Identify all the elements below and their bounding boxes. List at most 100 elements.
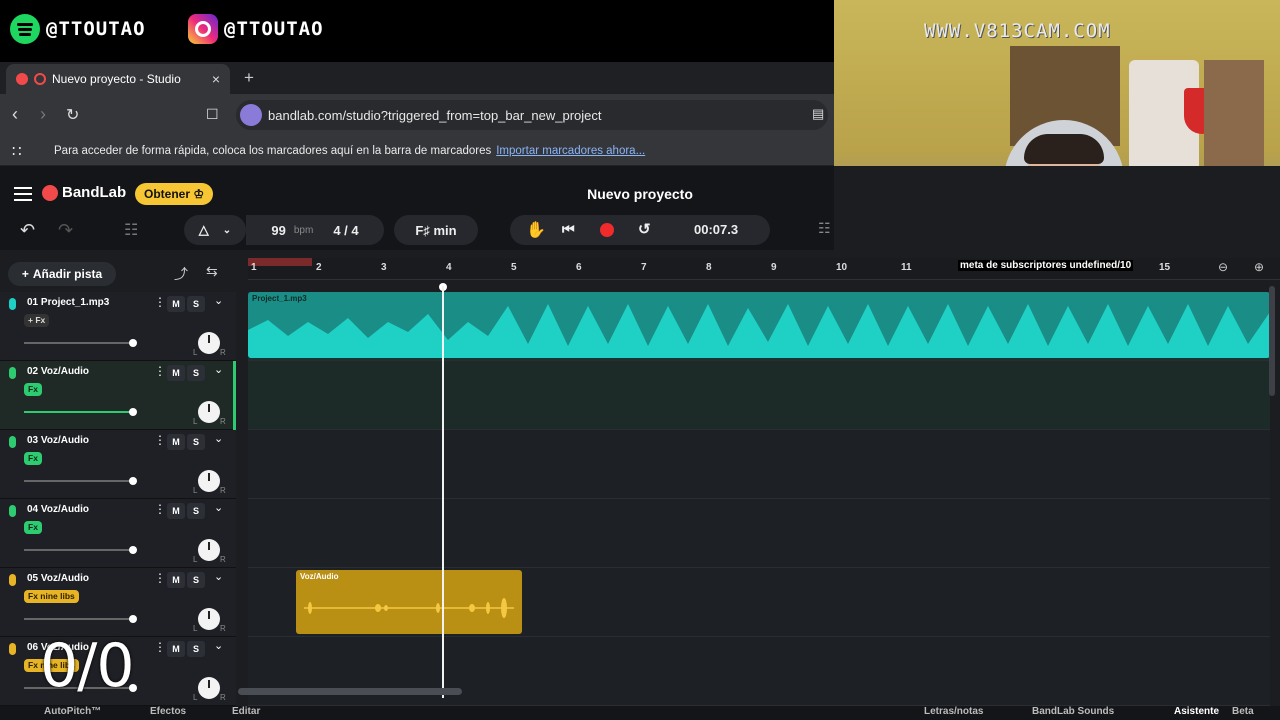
timeline-ruler[interactable]: 1 2 3 4 5 6 7 8 9 10 11 15 meta de subsc… (248, 258, 1280, 280)
track-04[interactable]: 04 Voz/Audio Fx ⋮ M S ⌄ L R (0, 499, 236, 568)
chevron-down-icon[interactable]: ⌄ (214, 501, 223, 514)
import-bookmarks-link[interactable]: Importar marcadores ahora... (496, 145, 645, 157)
voice-search-icon[interactable] (240, 104, 262, 126)
mute-button[interactable]: M (167, 572, 185, 588)
track-name[interactable]: 04 Voz/Audio (27, 504, 89, 515)
chevron-down-icon[interactable]: ⌄ (214, 432, 223, 445)
track-02[interactable]: 02 Voz/Audio Fx ⋮ M S ⌄ L R (0, 361, 236, 430)
url-field[interactable]: bandlab.com/studio?triggered_from=top_ba… (236, 100, 828, 130)
chevron-down-icon[interactable]: ⌄ (214, 570, 223, 583)
volume-slider[interactable] (24, 339, 137, 347)
track-03[interactable]: 03 Voz/Audio Fx ⋮ M S ⌄ L R (0, 430, 236, 499)
efectos-button[interactable]: Efectos (150, 706, 186, 717)
volume-slider[interactable] (24, 408, 137, 416)
pan-knob[interactable] (198, 470, 220, 492)
zoom-in-icon[interactable]: ⊕ (1254, 260, 1264, 274)
chevron-down-icon[interactable]: ⌄ (214, 363, 223, 376)
side-panel-icon[interactable]: ▤ (812, 106, 824, 122)
hand-tool-icon[interactable]: ✋ (526, 220, 546, 240)
forward-icon[interactable]: › (40, 104, 46, 125)
bandlab-logo[interactable]: BandLab (42, 184, 126, 201)
new-tab-button[interactable]: + (244, 68, 254, 88)
volume-slider[interactable] (24, 546, 137, 554)
back-icon[interactable]: ‹ (12, 104, 18, 125)
letras-button[interactable]: Letras/notas (924, 706, 983, 717)
undo-icon[interactable]: ↶ (20, 220, 35, 241)
lane-04[interactable] (248, 499, 1270, 568)
add-track-button[interactable]: + Añadir pista (8, 262, 116, 286)
solo-button[interactable]: S (187, 641, 205, 657)
more-options-icon[interactable]: ⋮ (154, 433, 166, 447)
pan-knob[interactable] (198, 401, 220, 423)
mute-button[interactable]: M (167, 503, 185, 519)
solo-button[interactable]: S (187, 572, 205, 588)
vertical-scrollbar[interactable] (1269, 286, 1275, 396)
bandlab-sounds-button[interactable]: BandLab Sounds (1032, 706, 1114, 717)
more-options-icon[interactable]: ⋮ (154, 364, 166, 378)
more-options-icon[interactable]: ⋮ (154, 640, 166, 654)
playhead[interactable] (442, 286, 444, 698)
mute-button[interactable]: M (167, 296, 185, 312)
metronome-button[interactable]: △ ⌄ (184, 215, 246, 245)
mixer-icon[interactable]: ☷ (818, 220, 831, 237)
pan-knob[interactable] (198, 539, 220, 561)
horizontal-scrollbar[interactable] (238, 688, 462, 695)
browser-tab[interactable]: Nuevo proyecto - Studio × (6, 64, 230, 94)
track-name[interactable]: 03 Voz/Audio (27, 435, 89, 446)
loop-region[interactable] (248, 258, 312, 266)
apps-grid-icon[interactable]: ∷ (12, 142, 22, 160)
editar-button[interactable]: Editar (232, 706, 260, 717)
mute-button[interactable]: M (167, 434, 185, 450)
lane-06[interactable] (248, 637, 1270, 706)
track-fx-button[interactable]: Fx (24, 521, 42, 534)
solo-button[interactable]: S (187, 296, 205, 312)
loop-icon[interactable]: ↺ (638, 220, 651, 238)
lane-05[interactable]: Voz/Audio (248, 568, 1270, 637)
lane-03[interactable] (248, 430, 1270, 499)
solo-button[interactable]: S (187, 434, 205, 450)
track-name[interactable]: 02 Voz/Audio (27, 366, 89, 377)
clip-voz-audio[interactable]: Voz/Audio (296, 570, 522, 634)
solo-button[interactable]: S (187, 365, 205, 381)
keyboard-icon[interactable]: ☷ (124, 220, 138, 240)
reload-icon[interactable]: ↻ (66, 105, 79, 125)
bookmark-icon[interactable]: ☐ (206, 106, 219, 123)
autopitch-button[interactable]: AutoPitch™ (44, 706, 101, 717)
solo-button[interactable]: S (187, 503, 205, 519)
pan-knob[interactable] (198, 608, 220, 630)
track-fx-button[interactable]: Fx (24, 452, 42, 465)
mute-button[interactable]: M (167, 641, 185, 657)
obtener-button[interactable]: Obtener ♔ (135, 183, 214, 205)
pan-knob[interactable] (198, 677, 220, 699)
project-title[interactable]: Nuevo proyecto (560, 186, 720, 202)
asistente-button[interactable]: Asistente (1174, 706, 1219, 717)
track-name[interactable]: 05 Voz/Audio (27, 573, 89, 584)
pan-knob[interactable] (198, 332, 220, 354)
volume-slider[interactable] (24, 477, 137, 485)
chevron-down-icon[interactable]: ⌄ (214, 294, 223, 307)
track-name[interactable]: 01 Project_1.mp3 (27, 297, 109, 308)
track-fx-button[interactable]: + Fx (24, 314, 50, 327)
chevron-down-icon[interactable]: ⌄ (214, 639, 223, 652)
zoom-out-icon[interactable]: ⊖ (1218, 260, 1228, 274)
more-options-icon[interactable]: ⋮ (154, 571, 166, 585)
mute-button[interactable]: M (167, 365, 185, 381)
redo-icon[interactable]: ↷ (58, 220, 73, 241)
record-button[interactable] (600, 223, 614, 237)
more-options-icon[interactable]: ⋮ (154, 295, 166, 309)
track-05[interactable]: 05 Voz/Audio Fx nine libs ⋮ M S ⌄ L R (0, 568, 236, 637)
lane-02[interactable] (248, 361, 1270, 430)
key-button[interactable]: F♯ min (394, 215, 478, 245)
track-01[interactable]: 01 Project_1.mp3 + Fx ⋮ M S ⌄ L R (0, 292, 236, 361)
automation-icon[interactable]: ⤴ (174, 264, 188, 284)
track-fx-button[interactable]: Fx (24, 383, 42, 396)
lane-01[interactable]: Project_1.mp3 (248, 292, 1270, 361)
skip-back-icon[interactable]: ⏮ (562, 221, 575, 238)
clip-project-1[interactable]: Project_1.mp3 (248, 292, 1270, 358)
volume-slider[interactable] (24, 615, 137, 623)
more-options-icon[interactable]: ⋮ (154, 502, 166, 516)
tempo-meter[interactable]: 99 bpm 4 / 4 (246, 215, 384, 245)
track-fx-button[interactable]: Fx nine libs (24, 590, 79, 603)
menu-icon[interactable] (14, 187, 32, 205)
tracks-settings-icon[interactable]: ⇆ (206, 263, 218, 280)
